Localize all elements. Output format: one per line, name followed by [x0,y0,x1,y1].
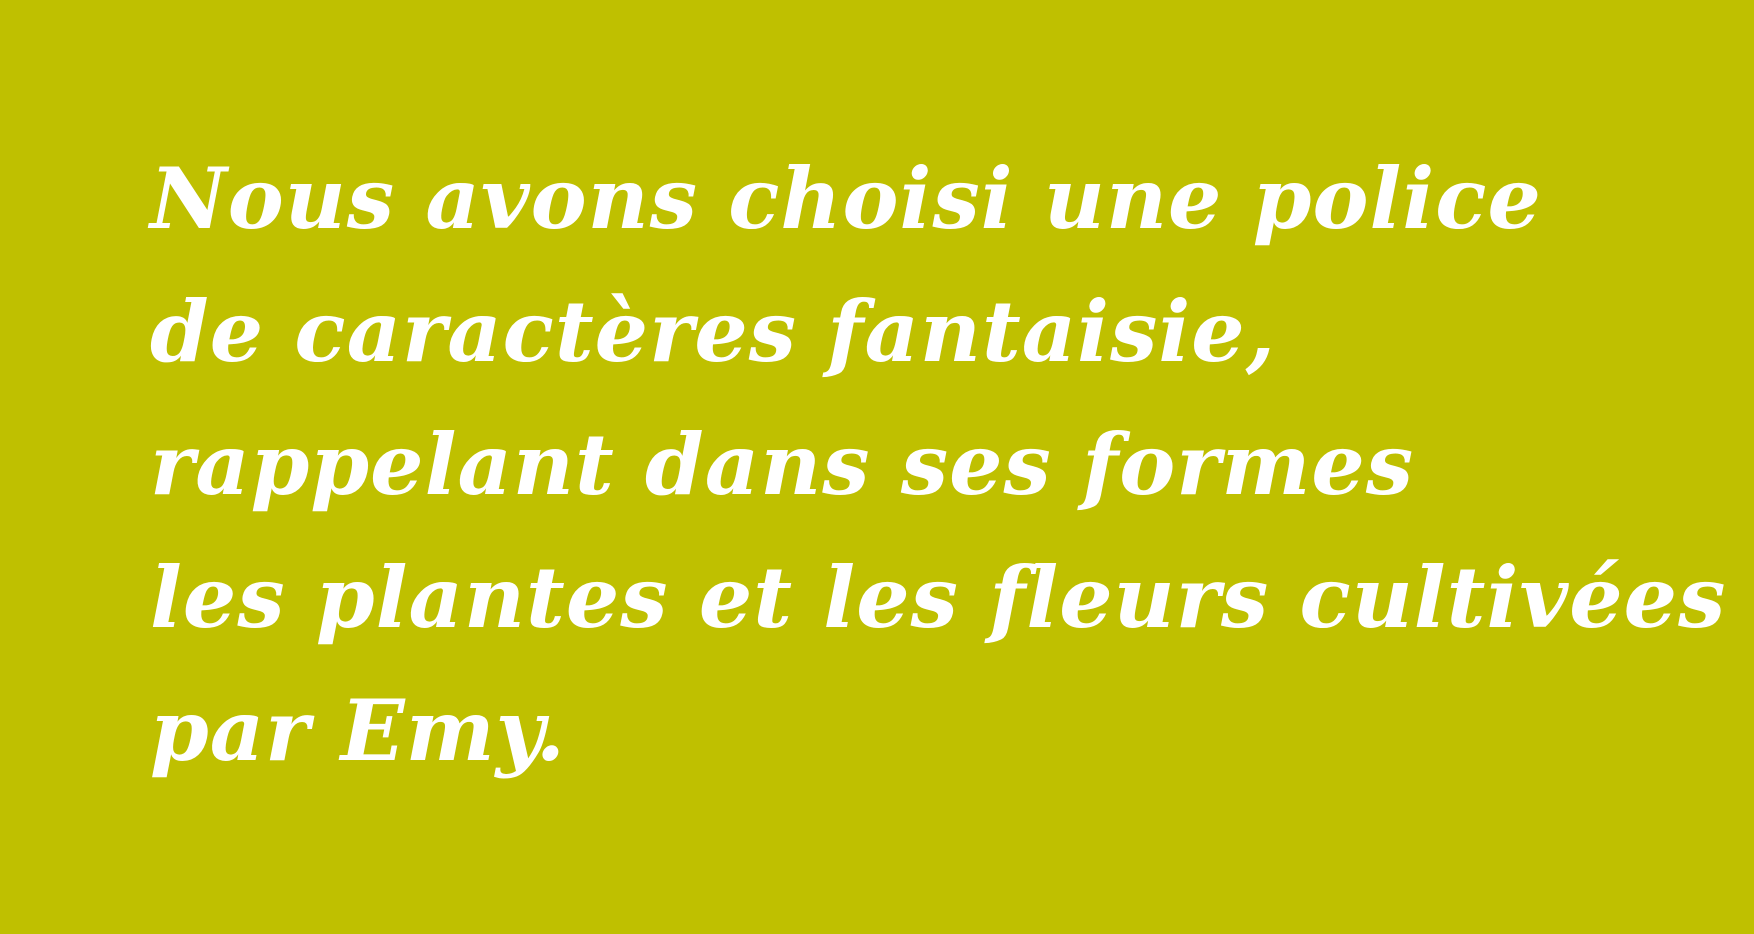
quote-line-3: rappelant dans ses formes [150,415,1415,514]
quote-line-5: par Emy. [150,681,566,780]
quote-line-2: de caractères fantaisie, [150,282,1276,381]
quote-text: Nous avons choisi une police de caractèr… [150,132,1727,797]
quote-panel: Nous avons choisi une police de caractèr… [0,0,1754,934]
quote-line-1: Nous avons choisi une police [150,149,1542,248]
quote-line-4: les plantes et les fleurs cultivées [150,548,1727,647]
